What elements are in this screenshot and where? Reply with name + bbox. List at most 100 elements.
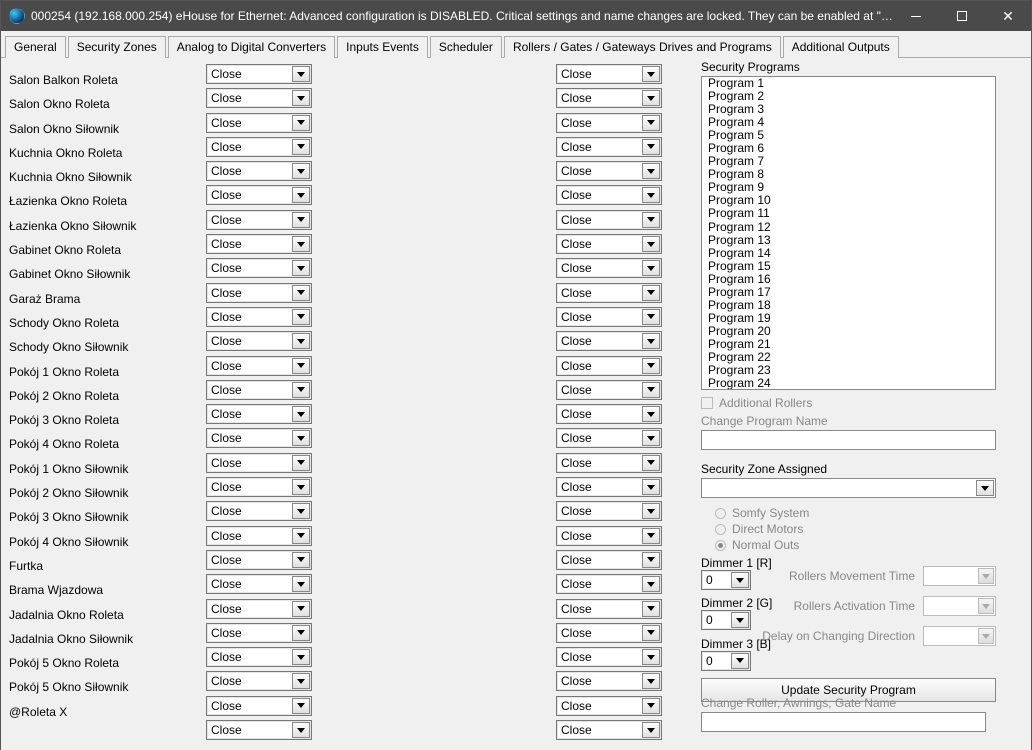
roller-action-select[interactable]: Close xyxy=(206,453,312,473)
roller-action-select[interactable]: Close xyxy=(556,307,662,327)
roller-action-select[interactable]: Close xyxy=(556,234,662,254)
roller-action-value: Close xyxy=(211,383,242,397)
roller-action-select[interactable]: Close xyxy=(206,258,312,278)
roller-action-select[interactable]: Close xyxy=(206,623,312,643)
roller-action-select[interactable]: Close xyxy=(206,113,312,133)
roller-action-select[interactable]: Close xyxy=(206,331,312,351)
change-program-input[interactable] xyxy=(701,430,996,450)
close-button[interactable]: ✕ xyxy=(985,1,1031,31)
roller-action-value: Close xyxy=(561,310,592,324)
roller-action-select[interactable]: Close xyxy=(206,696,312,716)
timing-label: Rollers Movement Time xyxy=(789,569,915,583)
roller-action-value: Close xyxy=(211,261,242,275)
change-roller-input[interactable] xyxy=(701,712,986,732)
program-item[interactable]: Program 19 xyxy=(702,312,995,325)
minimize-button[interactable] xyxy=(893,1,939,31)
program-item[interactable]: Program 16 xyxy=(702,273,995,286)
program-item[interactable]: Program 12 xyxy=(702,221,995,234)
roller-action-select[interactable]: Close xyxy=(556,185,662,205)
roller-action-select[interactable]: Close xyxy=(556,623,662,643)
tab-analog-to-digital-converters[interactable]: Analog to Digital Converters xyxy=(168,36,335,58)
roller-action-select[interactable]: Close xyxy=(556,599,662,619)
zone-select[interactable] xyxy=(701,478,996,498)
program-item[interactable]: Program 17 xyxy=(702,286,995,299)
tab-content: Salon Balkon RoletaSalon Okno RoletaSalo… xyxy=(1,58,1031,750)
program-item[interactable]: Program 18 xyxy=(702,299,995,312)
roller-action-select[interactable]: Close xyxy=(206,720,312,740)
roller-action-value: Close xyxy=(561,480,592,494)
roller-action-select[interactable]: Close xyxy=(556,526,662,546)
roller-action-value: Close xyxy=(561,529,592,543)
roller-action-select[interactable]: Close xyxy=(206,161,312,181)
roller-action-select[interactable]: Close xyxy=(556,574,662,594)
roller-action-select[interactable]: Close xyxy=(206,137,312,157)
tab-inputs-events[interactable]: Inputs Events xyxy=(337,36,428,58)
roller-action-select[interactable]: Close xyxy=(206,477,312,497)
roller-action-select[interactable]: Close xyxy=(556,453,662,473)
roller-action-select[interactable]: Close xyxy=(556,647,662,667)
roller-action-select[interactable]: Close xyxy=(556,113,662,133)
roller-action-select[interactable]: Close xyxy=(206,671,312,691)
roller-action-select[interactable]: Close xyxy=(556,428,662,448)
roller-action-select[interactable]: Close xyxy=(206,356,312,376)
roller-action-value: Close xyxy=(561,67,592,81)
roller-action-select[interactable]: Close xyxy=(556,88,662,108)
roller-action-select[interactable]: Close xyxy=(206,234,312,254)
program-item[interactable]: Program 13 xyxy=(702,234,995,247)
roller-label: Furtka xyxy=(9,554,199,578)
roller-action-select[interactable]: Close xyxy=(556,501,662,521)
tab-scheduler[interactable]: Scheduler xyxy=(430,36,502,58)
roller-action-select[interactable]: Close xyxy=(556,137,662,157)
roller-action-value: Close xyxy=(211,602,242,616)
roller-action-select[interactable]: Close xyxy=(556,671,662,691)
roller-action-select[interactable]: Close xyxy=(206,599,312,619)
programs-listbox[interactable]: Program 1Program 2Program 3Program 4Prog… xyxy=(701,76,996,390)
tab-additional-outputs[interactable]: Additional Outputs xyxy=(783,36,899,58)
roller-action-select[interactable]: Close xyxy=(556,64,662,84)
program-item[interactable]: Program 24 xyxy=(702,377,995,390)
roller-label: Pokój 2 Okno Siłownik xyxy=(9,481,199,505)
roller-action-select[interactable]: Close xyxy=(206,574,312,594)
dimmer-select[interactable]: 0 xyxy=(701,651,751,671)
maximize-button[interactable] xyxy=(939,1,985,31)
roller-action-select[interactable]: Close xyxy=(556,380,662,400)
roller-action-select[interactable]: Close xyxy=(556,720,662,740)
roller-action-select[interactable]: Close xyxy=(556,356,662,376)
roller-action-select[interactable]: Close xyxy=(206,404,312,424)
chevron-down-icon xyxy=(642,90,660,106)
roller-action-select[interactable]: Close xyxy=(206,501,312,521)
roller-action-value: Close xyxy=(211,310,242,324)
program-item[interactable]: Program 20 xyxy=(702,325,995,338)
tab-rollers-gates-gateways-drives-and-programs[interactable]: Rollers / Gates / Gateways Drives and Pr… xyxy=(504,36,781,58)
roller-action-select[interactable]: Close xyxy=(556,696,662,716)
roller-action-select[interactable]: Close xyxy=(206,185,312,205)
roller-action-select[interactable]: Close xyxy=(556,404,662,424)
roller-action-value: Close xyxy=(211,577,242,591)
roller-action-select[interactable]: Close xyxy=(556,258,662,278)
roller-action-select[interactable]: Close xyxy=(206,64,312,84)
program-item[interactable]: Program 11 xyxy=(702,207,995,220)
roller-action-value: Close xyxy=(561,626,592,640)
roller-action-select[interactable]: Close xyxy=(206,307,312,327)
roller-action-select[interactable]: Close xyxy=(206,283,312,303)
roller-action-select[interactable]: Close xyxy=(556,550,662,570)
roller-action-select[interactable]: Close xyxy=(206,88,312,108)
roller-action-select[interactable]: Close xyxy=(556,283,662,303)
roller-action-select[interactable]: Close xyxy=(556,331,662,351)
roller-action-select[interactable]: Close xyxy=(556,161,662,181)
roller-action-select[interactable]: Close xyxy=(556,210,662,230)
tab-security-zones[interactable]: Security Zones xyxy=(68,36,166,58)
roller-action-select[interactable]: Close xyxy=(206,428,312,448)
roller-action-value: Close xyxy=(211,237,242,251)
roller-action-select[interactable]: Close xyxy=(206,550,312,570)
program-item[interactable]: Program 15 xyxy=(702,260,995,273)
tab-general[interactable]: General xyxy=(5,36,66,58)
roller-action-value: Close xyxy=(561,116,592,130)
roller-action-select[interactable]: Close xyxy=(206,526,312,546)
program-item[interactable]: Program 14 xyxy=(702,247,995,260)
chevron-down-icon xyxy=(292,260,310,276)
roller-action-select[interactable]: Close xyxy=(556,477,662,497)
roller-action-select[interactable]: Close xyxy=(206,210,312,230)
roller-action-select[interactable]: Close xyxy=(206,380,312,400)
roller-action-select[interactable]: Close xyxy=(206,647,312,667)
